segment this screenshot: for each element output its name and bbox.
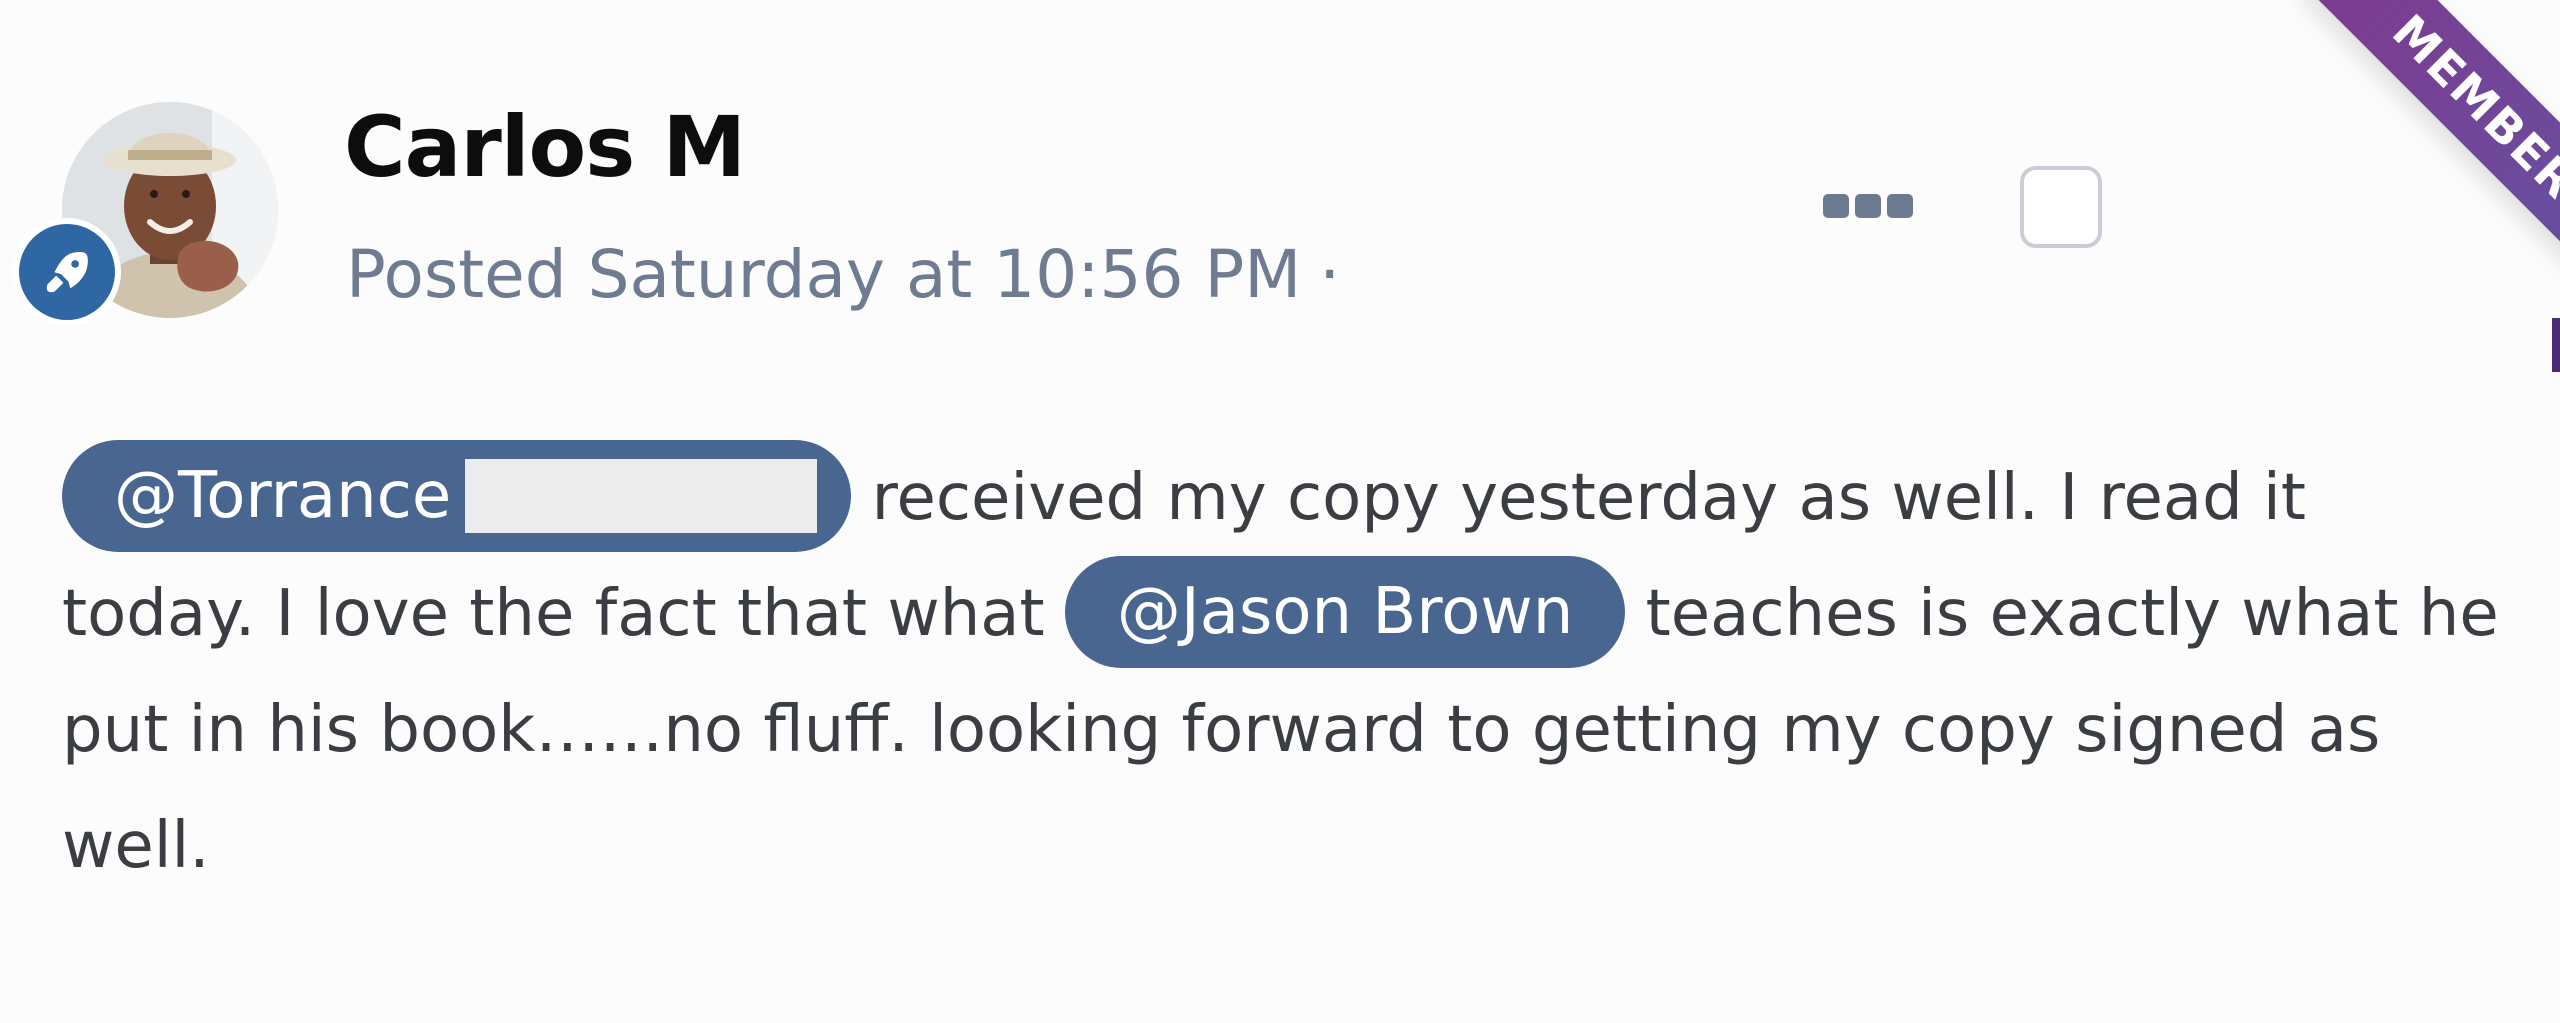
author-name[interactable]: Carlos M (344, 92, 746, 202)
ribbon-fold (2552, 318, 2560, 372)
member-ribbon-container: MEMBER ++ (2140, 0, 2560, 380)
rank-badge-circle (19, 224, 115, 320)
more-options-button[interactable] (1820, 190, 1916, 222)
member-ribbon: MEMBER ++ (2306, 0, 2560, 356)
user-mention[interactable]: @Torrance (62, 440, 852, 553)
user-mention[interactable]: @Jason Brown (1064, 556, 1626, 669)
forum-post: Carlos M Posted Saturday at 10:56 PM · ME… (0, 0, 2560, 1023)
rank-badge[interactable] (13, 218, 121, 326)
select-post-checkbox[interactable] (2020, 166, 2102, 248)
meta-separator: · (1319, 236, 1341, 313)
post-content: @Torrance received my copy yesterday as … (62, 440, 2502, 904)
more-dot (1823, 194, 1849, 218)
rocket-icon (46, 252, 88, 293)
post-meta: Posted Saturday at 10:56 PM · (346, 230, 1340, 320)
more-dot (1855, 194, 1881, 218)
post-timestamp[interactable]: Posted Saturday at 10:56 PM (346, 236, 1301, 313)
redacted-block (465, 458, 818, 533)
more-dot (1887, 194, 1913, 218)
mention-label: @Torrance (114, 459, 452, 534)
